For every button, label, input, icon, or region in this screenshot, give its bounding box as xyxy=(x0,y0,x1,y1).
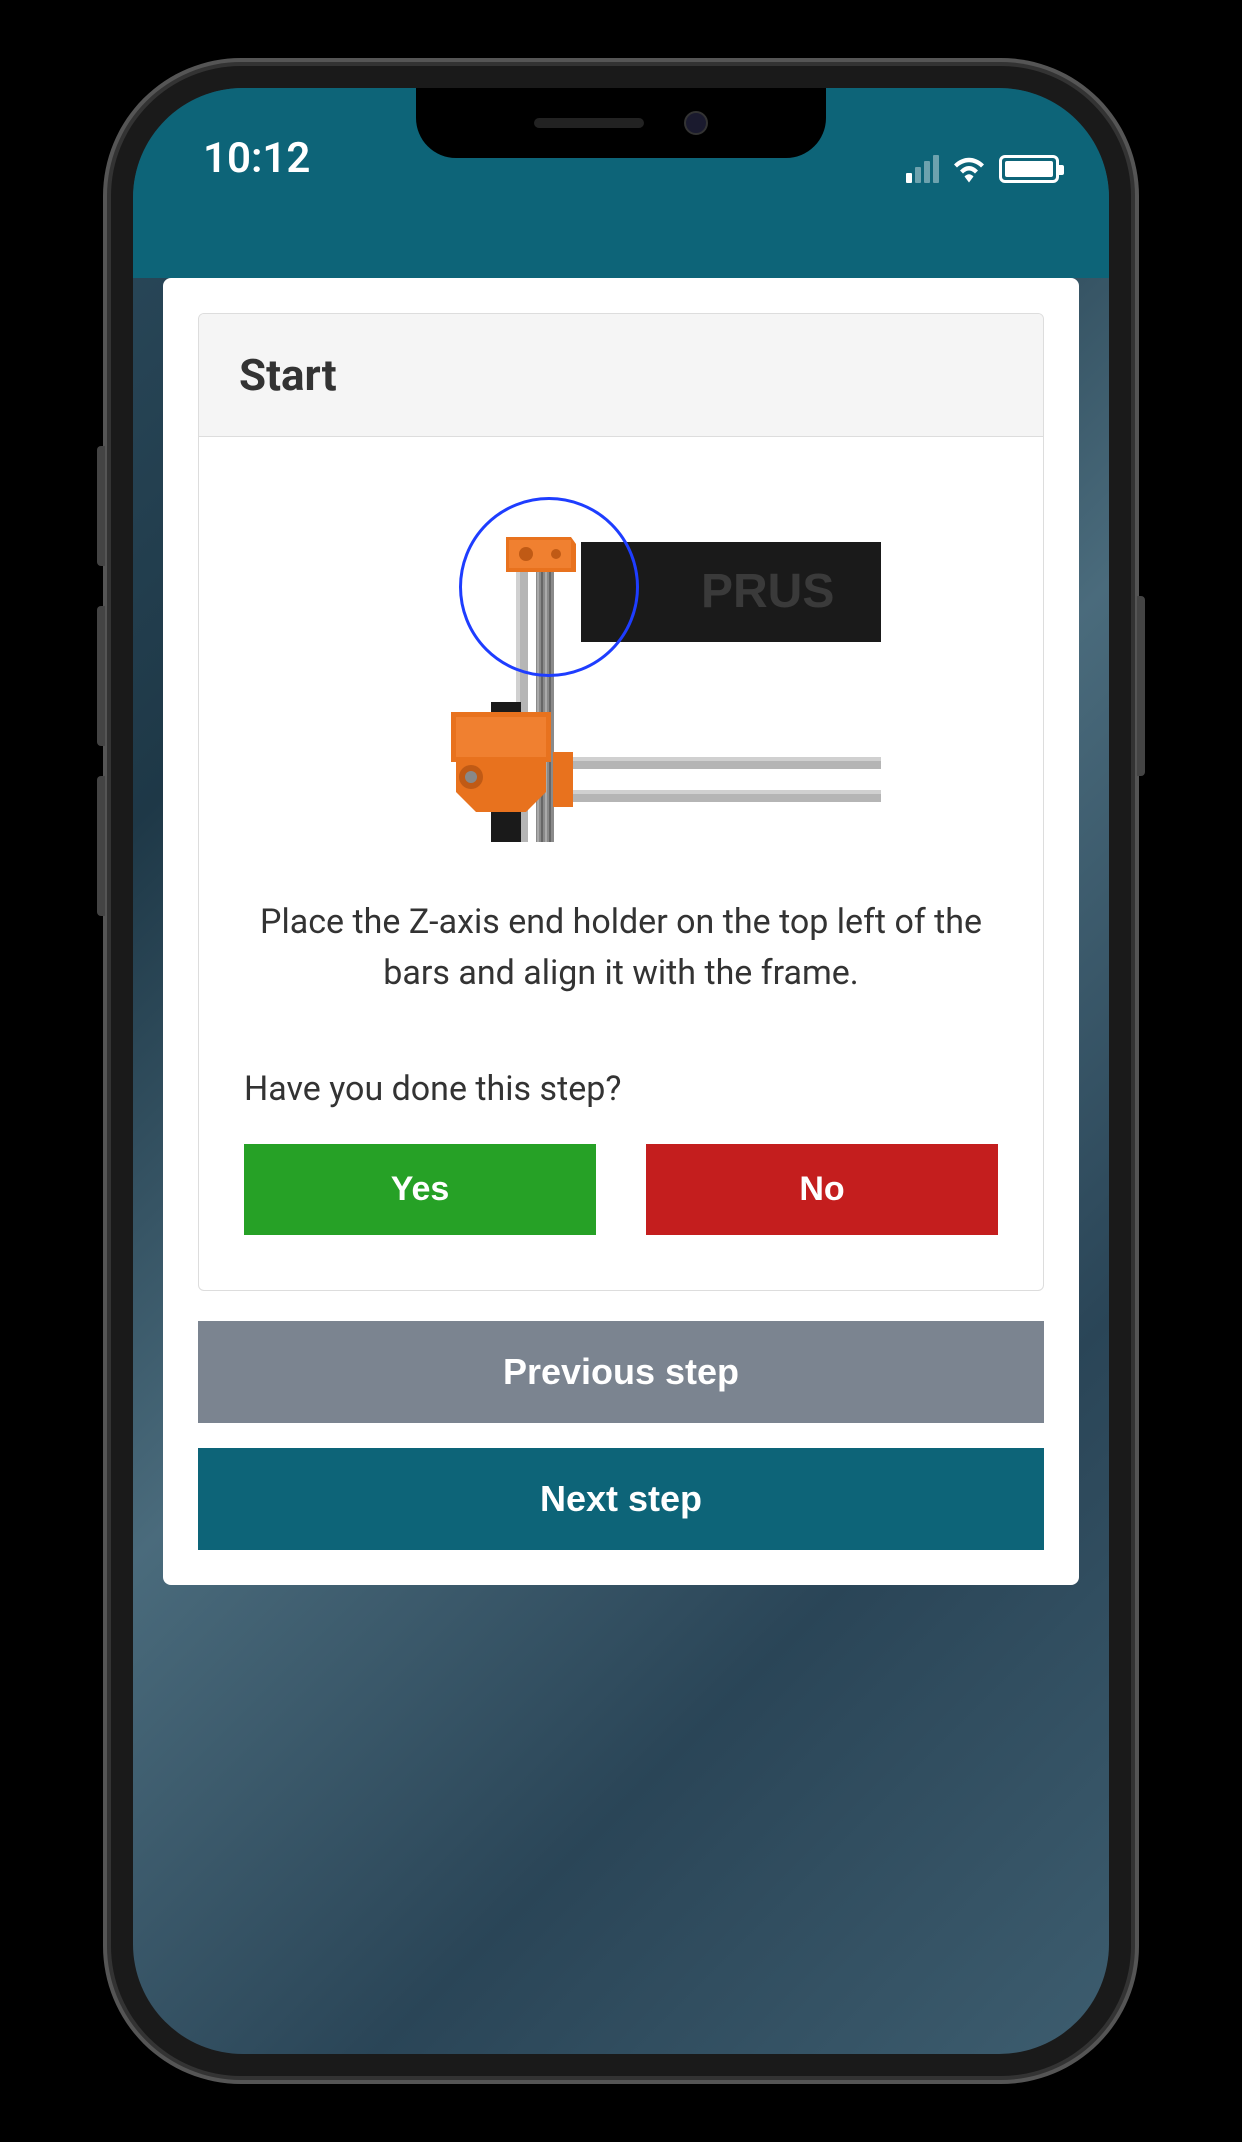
phone-screen: 10:12 xyxy=(133,88,1109,2054)
previous-step-button[interactable]: Previous step xyxy=(198,1321,1044,1423)
card-body: PRUS xyxy=(199,437,1043,1290)
instruction-text: Place the Z-axis end holder on the top l… xyxy=(244,897,998,999)
phone-frame: 10:12 xyxy=(111,66,1131,2076)
front-camera xyxy=(684,111,708,135)
answer-buttons: Yes No xyxy=(244,1144,998,1235)
card-container: Start PRUS xyxy=(163,278,1079,1585)
battery-icon xyxy=(999,155,1059,183)
card-title: Start xyxy=(239,349,1003,401)
next-step-button[interactable]: Next step xyxy=(198,1448,1044,1550)
signal-icon xyxy=(906,155,939,183)
volume-down-button xyxy=(97,776,105,916)
card-header: Start xyxy=(199,314,1043,437)
wifi-icon xyxy=(951,155,987,183)
volume-up-button xyxy=(97,606,105,746)
question-text: Have you done this step? xyxy=(244,1069,998,1109)
speaker xyxy=(534,118,644,128)
status-icons xyxy=(906,155,1059,183)
app-header xyxy=(133,208,1109,278)
yes-button[interactable]: Yes xyxy=(244,1144,596,1235)
instruction-image: PRUS xyxy=(244,477,998,857)
highlight-circle-icon xyxy=(459,497,639,677)
status-time: 10:12 xyxy=(203,134,310,183)
frame-text: PRUS xyxy=(701,565,834,618)
navigation-buttons: Previous step Next step xyxy=(198,1321,1044,1550)
notch xyxy=(416,88,826,158)
no-button[interactable]: No xyxy=(646,1144,998,1235)
step-card: Start PRUS xyxy=(198,313,1044,1291)
content-area: Start PRUS xyxy=(133,278,1109,1585)
